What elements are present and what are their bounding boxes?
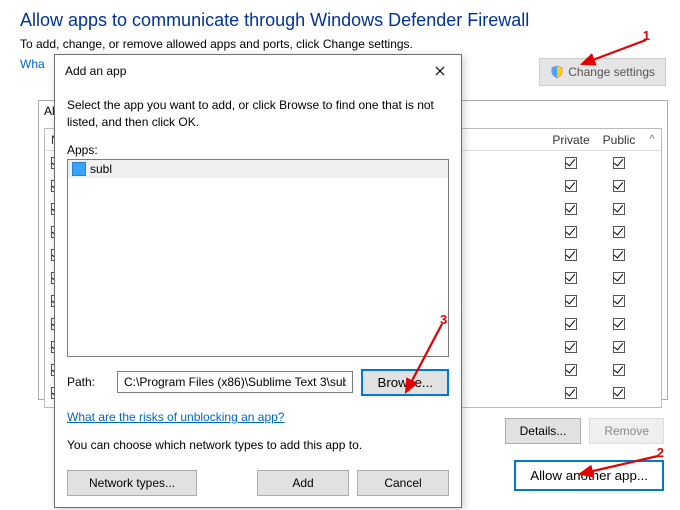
col-public[interactable]: Public	[595, 133, 643, 147]
public-checkbox[interactable]	[613, 226, 625, 238]
apps-label: Apps:	[67, 143, 449, 157]
close-icon[interactable]	[429, 61, 451, 81]
private-checkbox[interactable]	[565, 226, 577, 238]
risks-link[interactable]: What are the risks of unblocking an app?	[67, 410, 449, 424]
private-checkbox[interactable]	[565, 180, 577, 192]
browse-button[interactable]: Browse...	[361, 369, 449, 396]
public-checkbox[interactable]	[613, 318, 625, 330]
page-title: Allow apps to communicate through Window…	[20, 10, 660, 31]
cancel-button[interactable]: Cancel	[357, 470, 449, 496]
add-button[interactable]: Add	[257, 470, 349, 496]
app-list-item[interactable]: subl	[68, 160, 448, 178]
path-label: Path:	[67, 375, 109, 389]
dialog-title: Add an app	[65, 64, 126, 78]
public-checkbox[interactable]	[613, 272, 625, 284]
public-checkbox[interactable]	[613, 203, 625, 215]
dialog-instruction: Select the app you want to add, or click…	[67, 97, 449, 131]
network-types-button[interactable]: Network types...	[67, 470, 197, 496]
col-sort-caret[interactable]: ^	[643, 134, 661, 145]
col-private[interactable]: Private	[547, 133, 595, 147]
shield-icon	[550, 65, 564, 79]
private-checkbox[interactable]	[565, 318, 577, 330]
app-icon	[72, 162, 86, 176]
private-checkbox[interactable]	[565, 203, 577, 215]
details-button[interactable]: Details...	[505, 418, 582, 444]
remove-button: Remove	[589, 418, 664, 444]
choose-network-types-text: You can choose which network types to ad…	[67, 438, 449, 452]
change-settings-label: Change settings	[568, 65, 655, 79]
annotation-1: 1	[643, 28, 650, 43]
private-checkbox[interactable]	[565, 295, 577, 307]
public-checkbox[interactable]	[613, 364, 625, 376]
public-checkbox[interactable]	[613, 249, 625, 261]
path-input[interactable]	[117, 371, 353, 393]
annotation-2: 2	[657, 445, 664, 460]
private-checkbox[interactable]	[565, 272, 577, 284]
allow-another-app-button[interactable]: Allow another app...	[514, 460, 664, 491]
public-checkbox[interactable]	[613, 341, 625, 353]
change-settings-button[interactable]: Change settings	[539, 58, 666, 86]
what-are-risks-link-truncated[interactable]: Wha	[20, 57, 45, 71]
annotation-3: 3	[440, 312, 447, 327]
public-checkbox[interactable]	[613, 387, 625, 399]
page-subtitle: To add, change, or remove allowed apps a…	[20, 37, 660, 51]
private-checkbox[interactable]	[565, 364, 577, 376]
private-checkbox[interactable]	[565, 157, 577, 169]
public-checkbox[interactable]	[613, 157, 625, 169]
apps-listbox[interactable]: subl	[67, 159, 449, 357]
private-checkbox[interactable]	[565, 341, 577, 353]
private-checkbox[interactable]	[565, 249, 577, 261]
add-an-app-dialog: Add an app Select the app you want to ad…	[54, 54, 462, 508]
private-checkbox[interactable]	[565, 387, 577, 399]
public-checkbox[interactable]	[613, 295, 625, 307]
app-item-label: subl	[90, 162, 112, 176]
public-checkbox[interactable]	[613, 180, 625, 192]
